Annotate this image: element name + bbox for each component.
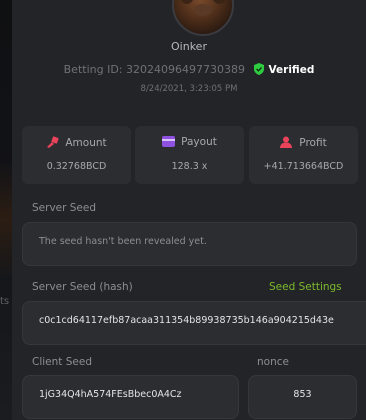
user-avatar[interactable] (172, 0, 234, 36)
username[interactable]: Oinker (0, 40, 366, 53)
betting-id-label: Betting ID: (63, 63, 123, 76)
server-seed-hash-label: Server Seed (hash) (32, 281, 133, 293)
client-seed-label: Client Seed (32, 356, 92, 368)
server-seed-hash-field[interactable]: c0c1cd64117efb87acaa311354b89938735b146a… (22, 301, 366, 345)
verified-shield-icon (254, 63, 265, 75)
stat-card-profit: Profit +41.713664BCD (249, 126, 358, 184)
betting-id-value: 32024096497730389 (126, 63, 245, 76)
background-text-fragment: ts (0, 296, 10, 307)
bet-date: 8/24/2021, 3:23:05 PM (140, 84, 238, 94)
client-seed-value: 1jG34Q4hA574FEsBbec0A4Cz (39, 389, 182, 400)
nonce-field[interactable]: 853 (248, 375, 357, 419)
user-profit-icon (280, 136, 293, 148)
stat-value: +41.713664BCD (263, 161, 344, 172)
seed-settings-link[interactable]: Seed Settings (269, 281, 342, 293)
coins-icon (47, 136, 59, 148)
server-seed-field[interactable]: The seed hasn't been revealed yet. (22, 222, 357, 266)
stat-card-payout: Payout 128.3 x (135, 126, 244, 184)
stat-value: 0.32768BCD (46, 161, 107, 172)
nonce-label: nonce (257, 356, 289, 368)
wallet-icon (162, 136, 176, 147)
verified-label: Verified (268, 64, 315, 76)
client-seed-field[interactable]: 1jG34Q4hA574FEsBbec0A4Cz (22, 375, 239, 419)
avatar-snout (194, 4, 212, 16)
betting-id-row: Betting ID: 32024096497730389 Verified (0, 63, 366, 76)
stat-label: Profit (299, 137, 327, 149)
server-seed-hash-value: c0c1cd64117efb87acaa311354b89938735b146a… (39, 315, 334, 326)
nonce-value: 853 (293, 389, 312, 400)
server-seed-value: The seed hasn't been revealed yet. (39, 236, 207, 247)
stat-label: Payout (181, 136, 217, 148)
server-seed-label: Server Seed (32, 202, 97, 214)
stat-label: Amount (65, 137, 107, 149)
avatar-ear-right (212, 0, 226, 4)
avatar-ear-left (180, 0, 194, 4)
stat-value: 128.3 x (171, 161, 208, 172)
background-image (0, 160, 12, 280)
stat-card-amount: Amount 0.32768BCD (22, 126, 131, 184)
